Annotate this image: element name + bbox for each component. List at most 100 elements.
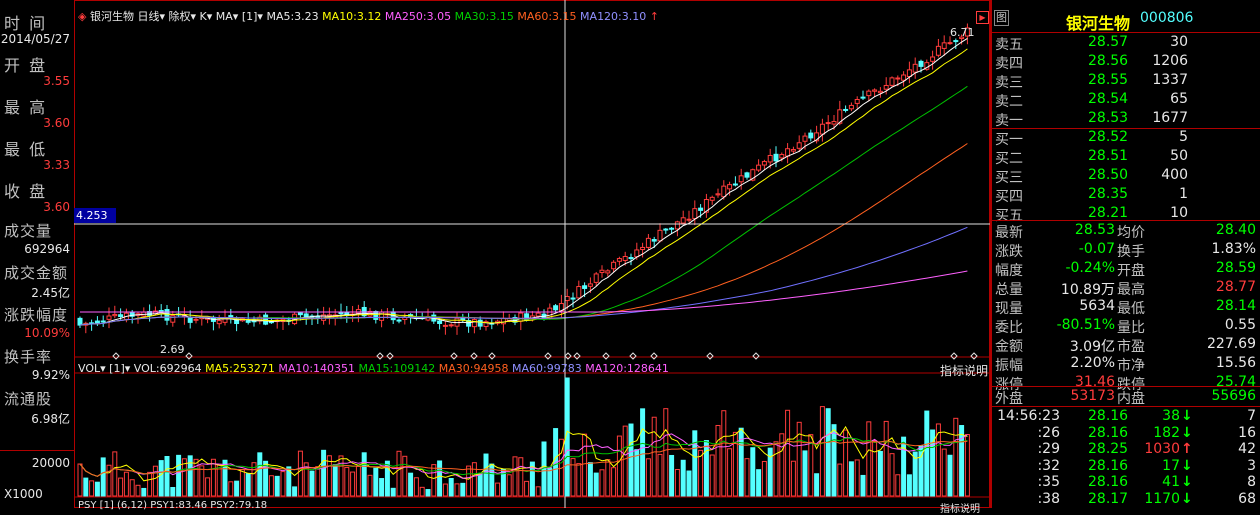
- sell-row[interactable]: 卖三 28.55 1337: [992, 72, 1260, 91]
- volume-bar: [628, 423, 634, 497]
- buy-row[interactable]: 买三 28.50 400: [992, 167, 1260, 186]
- candle-body: [860, 96, 866, 99]
- stat-row: 金额 3.09亿 市盈 227.69: [992, 336, 1260, 355]
- volume-bar: [854, 459, 860, 497]
- volume-bar: [611, 467, 617, 497]
- vol-explain-link[interactable]: 指标说明: [940, 362, 988, 379]
- left-info-panel: 时 间 2014/05/27 开 盘 3.55 最 高 3.60 最 低 3.33 收 盘 3.6…: [0, 0, 75, 508]
- candle-body: [744, 172, 750, 178]
- kline-chart-svg[interactable]: [74, 0, 990, 508]
- buy-price[interactable]: 28.21: [1088, 205, 1128, 221]
- sell-row[interactable]: 卖四 28.56 1206: [992, 53, 1260, 72]
- volume-bar: [721, 410, 727, 497]
- volume-bar: [344, 466, 350, 497]
- stat-value: -0.24%: [1065, 260, 1115, 276]
- volume-bar: [866, 421, 872, 497]
- buy-row[interactable]: 买二 28.51 50: [992, 148, 1260, 167]
- buy-price[interactable]: 28.51: [1088, 148, 1128, 164]
- volume-bar: [100, 457, 106, 497]
- tick-row: :26 28.16 182 ↓ 16: [992, 425, 1260, 443]
- stat-value: 28.40: [1215, 222, 1256, 238]
- sell-price[interactable]: 28.57: [1088, 34, 1128, 50]
- volume-bar: [321, 449, 327, 497]
- candle-body: [947, 42, 953, 45]
- chart-toggle-icon[interactable]: 图: [994, 10, 1009, 26]
- header-adjust-dropdown[interactable]: 除权▾: [169, 10, 197, 23]
- buy-price[interactable]: 28.35: [1088, 186, 1128, 202]
- event-diamond-icon: [185, 352, 193, 360]
- vol-indicator-dropdown[interactable]: VOL▾: [78, 362, 106, 375]
- volume-bar: [674, 469, 680, 497]
- left-value-6: 2.45亿: [31, 286, 70, 300]
- left-label-9: 流通股: [4, 390, 53, 408]
- kline-chart-area[interactable]: ◈ 银河生物 日线▾ 除权▾ K▾ MA▾ [1]▾ MA5:3.23 MA10…: [74, 0, 990, 515]
- volume-bar: [118, 477, 124, 497]
- tick-volume: 1030: [1144, 441, 1180, 457]
- sell-price[interactable]: 28.55: [1088, 72, 1128, 88]
- event-diamond-icon: [450, 352, 458, 360]
- volume-bar: [332, 464, 338, 497]
- event-diamond-icon: [386, 352, 394, 360]
- header-kind-dropdown[interactable]: K▾: [200, 10, 213, 23]
- volume-header: VOL▾ [1]▾ VOL:692964 MA5:253271 MA10:140…: [78, 362, 669, 375]
- candle-body: [802, 135, 808, 142]
- ma60-line: [79, 143, 968, 326]
- tick-time: :32: [1037, 457, 1060, 474]
- sell-row[interactable]: 卖一 28.53 1677: [992, 110, 1260, 129]
- stat-value: 5634: [1079, 298, 1115, 314]
- buy-qty: 50: [1170, 148, 1188, 164]
- candle-body: [593, 273, 599, 283]
- volume-bar: [715, 424, 721, 497]
- header-more-icon[interactable]: ↑: [650, 10, 659, 23]
- tick-count: 68: [1238, 490, 1256, 507]
- header-period-dropdown[interactable]: 日线▾: [137, 10, 165, 23]
- volume-bar: [819, 406, 825, 497]
- sell-price[interactable]: 28.54: [1088, 91, 1128, 107]
- volume-bar: [437, 460, 443, 497]
- buy-price[interactable]: 28.52: [1088, 129, 1128, 145]
- candle-body: [118, 314, 124, 318]
- candle-body: [564, 296, 570, 302]
- sell-row[interactable]: 卖五 28.57 30: [992, 34, 1260, 53]
- event-diamond-icon: [470, 352, 478, 360]
- candle-body: [605, 270, 611, 274]
- vol-unit-label: X1000: [4, 487, 43, 501]
- candle-body: [773, 153, 779, 162]
- candle-body: [918, 60, 924, 67]
- stat-value: 2.20%: [1070, 355, 1115, 371]
- vol-param[interactable]: [1]▾: [109, 362, 130, 375]
- candle-body: [645, 237, 651, 248]
- vol-ma5: MA5:253271: [205, 362, 275, 375]
- volume-bar: [350, 471, 356, 497]
- event-diamond-icon: [950, 352, 958, 360]
- candle-body: [477, 319, 483, 327]
- tick-time: :38: [1037, 490, 1060, 507]
- volume-bar: [442, 483, 448, 497]
- volume-bar: [309, 470, 315, 497]
- volume-bar: [645, 458, 651, 497]
- sell-row[interactable]: 卖二 28.54 65: [992, 91, 1260, 110]
- buy-label: 买四: [995, 189, 1023, 205]
- buy-price[interactable]: 28.50: [1088, 167, 1128, 183]
- left-value-7: 10.09%: [24, 326, 70, 340]
- candle-body: [848, 104, 854, 110]
- candle-body: [518, 312, 524, 322]
- header-stock[interactable]: 银河生物: [90, 10, 134, 23]
- volume-bar: [460, 482, 466, 497]
- volume-bar: [297, 450, 303, 497]
- buy-row[interactable]: 买一 28.52 5: [992, 129, 1260, 148]
- expand-right-icon[interactable]: ▶: [976, 11, 989, 24]
- volume-bar: [761, 460, 767, 497]
- volume-bar: [379, 478, 385, 497]
- volume-bar: [964, 434, 970, 497]
- sell-price[interactable]: 28.53: [1088, 110, 1128, 126]
- settings-diamond-icon[interactable]: ◈: [78, 10, 86, 23]
- buy-row[interactable]: 买四 28.35 1: [992, 186, 1260, 205]
- candle-body: [158, 310, 164, 313]
- header-param[interactable]: [1]▾: [242, 10, 263, 23]
- tick-price: 28.17: [1088, 490, 1129, 507]
- tick-count: 7: [1247, 408, 1256, 424]
- volume-bar: [315, 466, 321, 497]
- header-indicator-dropdown[interactable]: MA▾: [216, 10, 239, 23]
- sell-price[interactable]: 28.56: [1088, 53, 1128, 69]
